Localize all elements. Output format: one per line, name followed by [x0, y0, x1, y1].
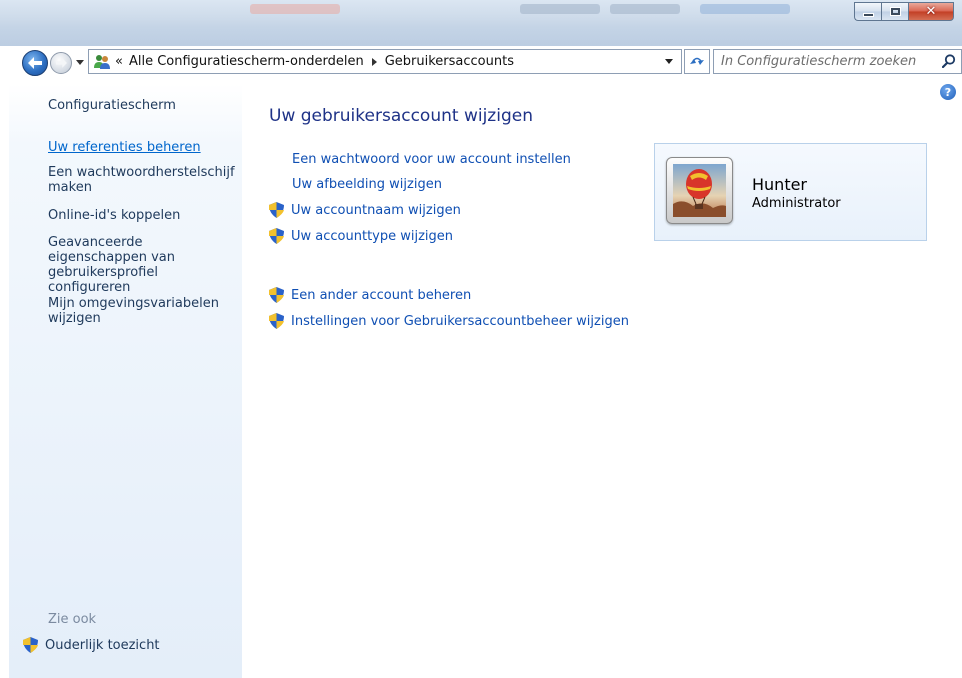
forward-button[interactable] — [50, 52, 72, 74]
uac-shield-icon — [269, 228, 284, 244]
search-icon[interactable] — [942, 54, 956, 68]
content-area: Configuratiescherm Uw referenties behere… — [0, 84, 962, 678]
uac-shield-icon — [269, 202, 284, 218]
navigation-bar: « Alle Configuratiescherm-onderdelen Geb… — [0, 0, 962, 76]
search-box[interactable] — [713, 49, 962, 74]
users-icon — [93, 54, 111, 70]
task-change-account-type[interactable]: Uw accounttype wijzigen — [269, 228, 453, 244]
avatar[interactable] — [666, 157, 733, 224]
user-account-card: Hunter Administrator — [654, 143, 927, 241]
uac-shield-icon — [269, 287, 284, 303]
task-label: Uw accounttype wijzigen — [291, 228, 454, 244]
uac-shield-icon — [269, 313, 284, 329]
user-role: Administrator — [752, 196, 841, 211]
task-uac-settings[interactable]: Instellingen voor Gebruikersaccountbehee… — [269, 313, 629, 329]
back-button[interactable] — [22, 50, 48, 76]
address-dropdown-button[interactable] — [665, 59, 673, 64]
sidebar-item-environment-variables[interactable]: Mijn omgevingsvariabelen wijzigen — [48, 296, 238, 326]
task-change-picture[interactable]: Uw afbeelding wijzigen — [292, 177, 442, 192]
task-label: Instellingen voor Gebruikersaccountbehee… — [291, 313, 629, 329]
address-bar[interactable]: « Alle Configuratiescherm-onderdelen Geb… — [88, 49, 682, 74]
refresh-icon — [690, 57, 704, 65]
breadcrumb-item[interactable]: Alle Configuratiescherm-onderdelen — [129, 54, 364, 69]
help-icon[interactable]: ? — [940, 84, 956, 100]
window-title-bar[interactable]: ✕ « Alle Configuratiescherm-onderdelen G… — [0, 0, 962, 76]
task-label: Een ander account beheren — [291, 287, 472, 303]
sidebar-item-advanced-profile-properties[interactable]: Geavanceerde eigenschappen van gebruiker… — [48, 235, 238, 295]
recent-pages-dropdown[interactable] — [76, 60, 84, 65]
sidebar-item-manage-credentials[interactable]: Uw referenties beheren — [48, 140, 238, 155]
page-title: Uw gebruikersaccount wijzigen — [269, 106, 533, 126]
parental-controls-label: Ouderlijk toezicht — [45, 637, 160, 653]
see-also-heading: Zie ook — [48, 612, 97, 627]
hot-air-balloon-avatar-icon — [673, 164, 726, 217]
back-arrow-icon — [28, 57, 42, 69]
sidebar-item-parental-controls[interactable]: Ouderlijk toezicht — [23, 637, 160, 653]
task-pane: Configuratiescherm Uw referenties behere… — [9, 84, 242, 678]
task-label: Uw accountnaam wijzigen — [291, 202, 461, 218]
task-set-password[interactable]: Een wachtwoord voor uw account instellen — [292, 152, 571, 167]
uac-shield-icon — [23, 637, 38, 653]
task-change-account-name[interactable]: Uw accountnaam wijzigen — [269, 202, 461, 218]
forward-arrow-icon — [55, 58, 67, 68]
sidebar-title-link[interactable]: Configuratiescherm — [48, 98, 176, 113]
sidebar-item-password-reset-disk[interactable]: Een wachtwoordherstelschijf maken — [48, 165, 238, 195]
task-label: Uw afbeelding wijzigen — [292, 177, 442, 192]
refresh-button[interactable] — [684, 49, 710, 74]
search-input[interactable] — [721, 54, 926, 69]
user-name: Hunter — [752, 175, 808, 194]
sidebar-item-link-online-ids[interactable]: Online-id's koppelen — [48, 208, 238, 223]
breadcrumb-overflow[interactable]: « — [115, 54, 123, 69]
task-manage-other-account[interactable]: Een ander account beheren — [269, 287, 471, 303]
task-label: Een wachtwoord voor uw account instellen — [292, 152, 571, 167]
breadcrumb-item[interactable]: Gebruikersaccounts — [385, 54, 514, 69]
breadcrumb-separator-icon[interactable] — [371, 57, 377, 66]
